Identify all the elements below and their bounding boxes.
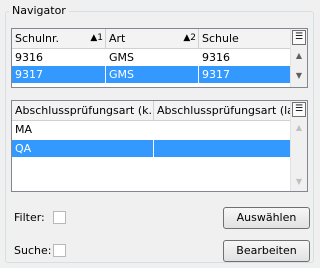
column-chooser-icon[interactable]: ☰ xyxy=(292,102,306,117)
filter-label: Filter: xyxy=(14,211,45,224)
cell-long xyxy=(154,121,290,138)
column-header-short[interactable]: Abschlussprüfungsart (k... xyxy=(12,101,154,120)
cell-art: GMS xyxy=(106,66,199,83)
search-checkbox[interactable] xyxy=(53,244,66,257)
column-header-schulnr[interactable]: Schulnr. ▲1 xyxy=(12,29,106,48)
cell-short: QA xyxy=(12,140,154,157)
scroll-up-icon[interactable]: ▲ xyxy=(291,49,307,63)
table-row[interactable]: MA xyxy=(12,121,290,138)
column-chooser-icon[interactable]: ☰ xyxy=(292,30,306,45)
edit-button[interactable]: Bearbeiten xyxy=(223,240,310,262)
select-button[interactable]: Auswählen xyxy=(223,207,310,229)
column-header-schule[interactable]: Schule xyxy=(199,29,290,48)
table-row[interactable]: 9316 GMS 9316 xyxy=(12,49,290,66)
scroll-up-icon[interactable]: ▲ xyxy=(291,121,307,135)
vertical-scrollbar[interactable]: ☰ ▲ ▼ xyxy=(290,101,307,191)
navigator-title: Navigator xyxy=(9,4,69,18)
cell-schulnr: 9316 xyxy=(15,51,43,64)
sort-indicator: ▲2 xyxy=(183,33,196,43)
cell-schulnr: 9317 xyxy=(12,66,106,83)
exam-types-grid[interactable]: Abschlussprüfungsart (k... Abschlussprüf… xyxy=(11,100,308,192)
sort-indicator: ▲1 xyxy=(90,33,103,43)
scroll-down-icon[interactable]: ▼ xyxy=(291,69,307,83)
search-label: Suche: xyxy=(14,244,52,257)
cell-art: GMS xyxy=(109,51,134,64)
cell-long xyxy=(154,140,290,157)
schools-header: Schulnr. ▲1 Art ▲2 Schule xyxy=(12,29,290,49)
cell-schule: 9317 xyxy=(202,68,230,81)
schools-grid[interactable]: Schulnr. ▲1 Art ▲2 Schule 9316 GMS 9316 … xyxy=(11,28,308,88)
cell-schule: 9316 xyxy=(202,51,230,64)
column-header-long[interactable]: Abschlussprüfungsart (lang) xyxy=(154,101,290,120)
cell-short: MA xyxy=(15,123,33,136)
table-row-selected[interactable]: QA xyxy=(12,140,290,157)
table-row-selected[interactable]: 9317 GMS 9317 xyxy=(12,66,290,83)
exam-types-header: Abschlussprüfungsart (k... Abschlussprüf… xyxy=(12,101,290,121)
column-header-art[interactable]: Art ▲2 xyxy=(106,29,199,48)
scroll-down-icon[interactable]: ▼ xyxy=(291,175,307,189)
filter-checkbox[interactable] xyxy=(53,211,66,224)
vertical-scrollbar[interactable]: ☰ ▲ ▼ xyxy=(290,29,307,87)
